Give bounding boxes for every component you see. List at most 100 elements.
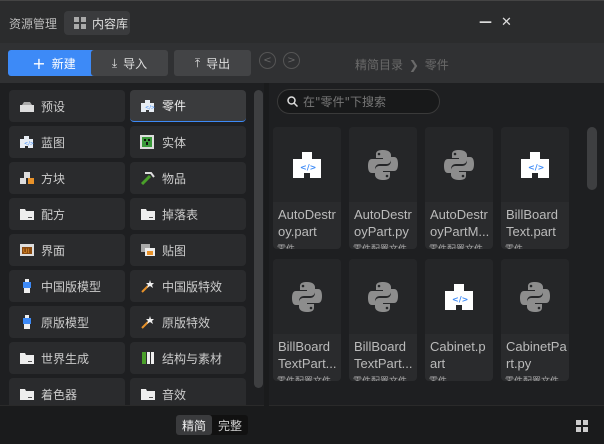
wand-icon — [140, 279, 156, 293]
file-card[interactable]: AutoDestr oyPartM... 零件配置文件 — [425, 127, 493, 249]
search-input[interactable]: 在"零件"下搜索 — [277, 89, 440, 114]
category-16[interactable]: 着色器 — [9, 378, 125, 405]
svg-text:</>: </> — [24, 141, 34, 147]
category-0[interactable]: 预设 — [9, 90, 125, 122]
folder-icon — [140, 387, 156, 401]
category-5[interactable]: 物品 — [130, 162, 246, 194]
category-14[interactable]: 世界生成 — [9, 342, 125, 374]
category-label: 结构与素材 — [162, 351, 223, 366]
category-8[interactable]: UI 界面 — [9, 234, 125, 266]
model-icon — [19, 279, 35, 293]
category-12[interactable]: 原版模型 — [9, 306, 125, 338]
title-bar: 资源管理 内容库 — ✕ — [0, 0, 604, 43]
category-label: 蓝图 — [41, 135, 66, 150]
breadcrumb: 精简目录 ❯ 零件 — [355, 56, 449, 73]
category-label: 贴图 — [162, 243, 187, 258]
category-10[interactable]: 中国版模型 — [9, 270, 125, 302]
chevron-left-icon: < — [263, 55, 272, 66]
category-2[interactable]: </> 蓝图 — [9, 126, 125, 158]
category-label: 预设 — [41, 99, 66, 114]
folder-icon — [19, 387, 35, 401]
file-type: 零件 — [425, 374, 493, 381]
category-9[interactable]: 贴图 — [130, 234, 246, 266]
breadcrumb-current: 零件 — [424, 58, 449, 72]
category-scrollbar[interactable] — [254, 90, 263, 388]
puzzle-icon: </> — [501, 127, 569, 202]
file-name: BillBoard TextPart... — [278, 339, 337, 371]
file-card[interactable]: BillBoard TextPart... 零件配置文件 — [349, 259, 417, 381]
category-11[interactable]: 中国版特效 — [130, 270, 246, 302]
category-label: 中国版特效 — [162, 279, 223, 294]
category-3[interactable]: 实体 — [130, 126, 246, 158]
image-icon — [140, 243, 156, 257]
svg-text:</>: </> — [145, 105, 155, 111]
import-button[interactable]: ⤓ 导入 — [91, 50, 168, 76]
download-icon: ⤓ — [111, 55, 118, 70]
category-17[interactable]: 音效 — [130, 378, 246, 405]
svg-text:</>: </> — [300, 163, 316, 172]
breadcrumb-root[interactable]: 精简目录 — [355, 58, 403, 72]
category-label: 界面 — [41, 243, 66, 258]
puzzle-icon: </> — [273, 127, 341, 202]
file-name: Cabinet.p art — [430, 339, 486, 371]
model-icon — [19, 315, 35, 329]
puzzle-icon: </> — [19, 135, 35, 149]
file-card[interactable]: AutoDestr oyPart.py 零件配置文件 — [349, 127, 417, 249]
file-card[interactable]: </> BillBoard Text.part 零件 — [501, 127, 569, 249]
file-card[interactable]: BillBoard TextPart... 零件配置文件 — [273, 259, 341, 381]
grid-icon — [74, 17, 86, 29]
category-label: 实体 — [162, 135, 187, 150]
python-icon — [349, 127, 417, 202]
export-button[interactable]: ⤒ 导出 — [174, 50, 251, 76]
grid-view-icon[interactable] — [576, 420, 588, 432]
file-type: 零件配置文件 — [349, 374, 417, 381]
import-label: 导入 — [123, 56, 148, 71]
wand-icon — [140, 315, 156, 329]
new-button[interactable]: + 新建 — [8, 50, 100, 76]
category-label: 原版特效 — [162, 315, 211, 330]
toolbar: + 新建 ⤓ 导入 ⤒ 导出 < > 精简目录 ❯ 零件 — [0, 43, 604, 83]
category-1[interactable]: </> 零件 — [130, 90, 246, 122]
close-button[interactable]: ✕ — [501, 15, 512, 30]
python-icon — [273, 259, 341, 334]
folder-icon — [19, 351, 35, 365]
minimize-button[interactable]: — — [479, 15, 492, 30]
view-simple-button[interactable]: 精简 — [176, 415, 213, 435]
file-card[interactable]: </> Cabinet.p art 零件 — [425, 259, 493, 381]
window-title: 资源管理 — [9, 17, 58, 31]
blocks-icon — [19, 171, 35, 185]
file-name: BillBoard TextPart... — [354, 339, 413, 371]
puzzle-icon: </> — [140, 99, 156, 113]
category-13[interactable]: 原版特效 — [130, 306, 246, 338]
python-icon — [425, 127, 493, 202]
svg-text:</>: </> — [528, 163, 544, 172]
structure-icon — [140, 351, 156, 365]
tab-label: 内容库 — [92, 16, 129, 31]
forward-button[interactable]: > — [283, 52, 300, 69]
file-card[interactable]: </> AutoDestr oy.part 零件 — [273, 127, 341, 249]
category-label: 物品 — [162, 171, 187, 186]
search-placeholder: 在"零件"下搜索 — [303, 95, 387, 109]
search-icon — [287, 96, 298, 107]
file-panel: 在"零件"下搜索 </> AutoDestr oy.part 零件 AutoDestr… — [269, 83, 604, 405]
preset-icon — [19, 99, 35, 113]
tab-content-library[interactable]: 内容库 — [64, 11, 130, 35]
file-scrollbar[interactable] — [587, 127, 597, 190]
category-15[interactable]: 结构与素材 — [130, 342, 246, 374]
category-7[interactable]: 掉落表 — [130, 198, 246, 230]
file-type: 零件 — [501, 242, 569, 249]
plus-icon: + — [32, 53, 46, 73]
view-full-button[interactable]: 完整 — [212, 415, 248, 435]
python-icon — [349, 259, 417, 334]
back-button[interactable]: < — [259, 52, 276, 69]
file-type: 零件配置文件 — [425, 242, 493, 249]
category-4[interactable]: 方块 — [9, 162, 125, 194]
file-card[interactable]: CabinetPa rt.py 零件配置文件 — [501, 259, 569, 381]
file-type: 零件 — [273, 242, 341, 249]
export-label: 导出 — [206, 56, 231, 71]
breadcrumb-separator: ❯ — [408, 58, 419, 72]
category-label: 中国版模型 — [41, 279, 102, 294]
chevron-right-icon: > — [287, 55, 296, 66]
python-icon — [501, 259, 569, 334]
category-6[interactable]: 配方 — [9, 198, 125, 230]
